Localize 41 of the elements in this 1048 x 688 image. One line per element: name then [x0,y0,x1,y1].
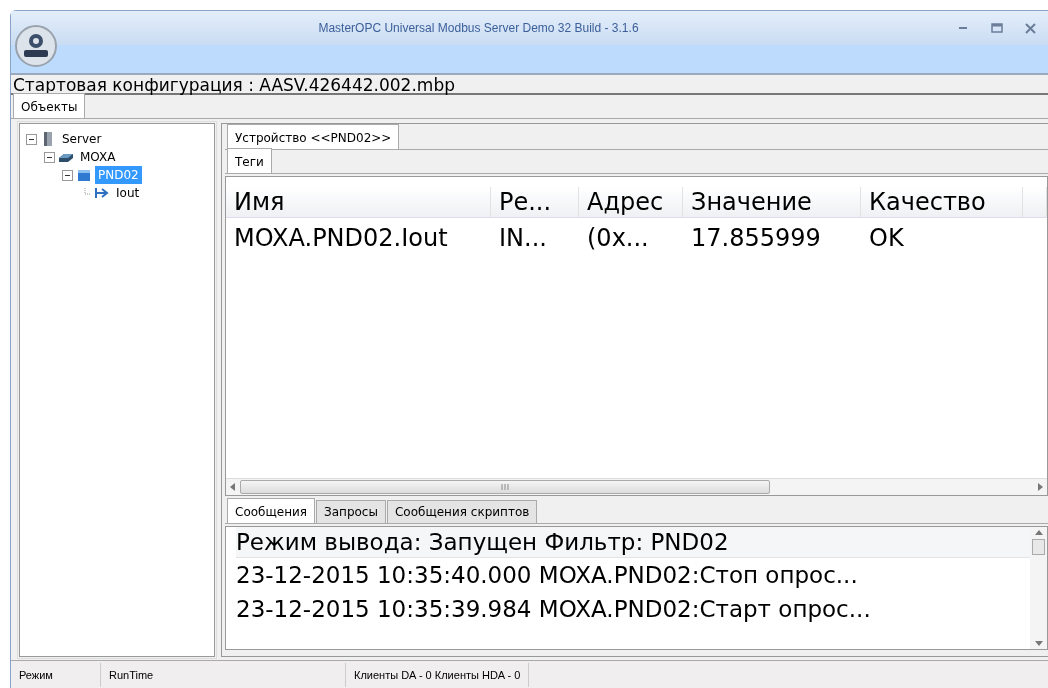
column-header[interactable]: Адрес [579,187,683,217]
window-title: MasterOPC Universal Modbus Server Demo 32 Build - 3.1.6 [317,20,640,37]
grip-icon [501,484,509,490]
tab[interactable]: Запросы [316,500,386,523]
collapse-icon[interactable] [44,151,55,163]
column-header[interactable]: Значение [683,187,861,217]
config-label: Стартовая конфигурация : AASV.426442.002.mbp [11,75,1048,95]
table-cell-text: IN... [498,223,548,254]
collapse-icon[interactable] [26,133,37,145]
column-header[interactable]: Имя [226,187,491,217]
scroll-up-icon [1034,530,1043,535]
collapse-icon[interactable] [62,169,73,181]
status-text: RunTime [101,662,346,687]
log-line: 23-12-2015 10:35:39.984 MOXA.PND02:Старт опрос... [236,595,872,624]
log-header: Режим вывода: Запущен Фильтр: PND02 [236,527,1030,558]
status-text: Режим [11,662,101,687]
log-line: 23-12-2015 10:35:40.000 MOXA.PND02:Стоп опрос... [236,561,859,590]
vertical-scrollbar[interactable] [1030,527,1047,649]
tag-icon [94,185,110,201]
column-header[interactable]: Качество [861,187,1023,217]
tab[interactable]: Сообщения [227,498,315,523]
scroll-down-icon [1034,641,1043,646]
scroll-right-icon [1037,483,1043,491]
tab[interactable]: Устройство <<PND02>> [227,124,400,149]
device-icon [76,167,92,183]
table-cell-text: (0x... [586,223,650,254]
status-text: Клиенты DA - 0 Клиенты HDA - 0 [346,662,530,687]
scroll-left-icon [230,483,236,491]
tree-item[interactable]: MOXA [77,148,119,166]
tab[interactable]: Теги [227,148,272,173]
tab[interactable]: Объекты [13,93,86,118]
maximize-icon [988,21,1006,35]
table-cell-text: OK [868,223,905,254]
table-cell-text: 17.855999 [690,223,822,254]
column-header[interactable]: Ре... [491,187,579,217]
minimize-icon [959,27,967,29]
tree-item[interactable]: Server [59,130,105,148]
app-logo [14,24,58,68]
table-cell-text: MOXA.PND02.Iout [233,223,449,254]
tree-item[interactable]: Iout [113,184,143,202]
tab[interactable]: Сообщения скриптов [386,500,538,523]
